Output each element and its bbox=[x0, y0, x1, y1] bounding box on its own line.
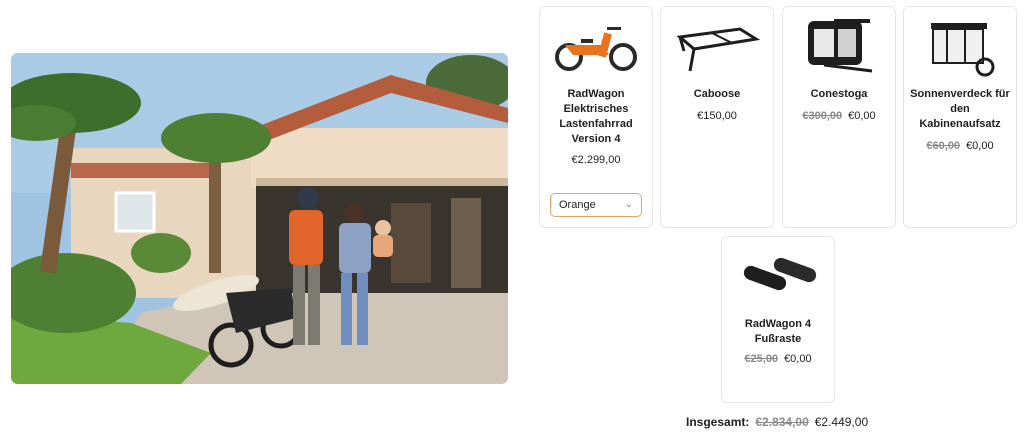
variant-value: Orange bbox=[559, 199, 596, 211]
color-variant-select[interactable]: Orange ⌄ bbox=[550, 193, 642, 217]
orange-cargo-ebike-image bbox=[540, 15, 652, 85]
product-price: €2.299,00 bbox=[540, 153, 652, 167]
product-price: €150,00 bbox=[661, 109, 773, 123]
price-original: €25,00 bbox=[744, 353, 779, 365]
product-price: €300,00 €0,00 bbox=[783, 109, 895, 123]
total-summary: Insgesamt: €2.834,00 €2.449,00 bbox=[686, 415, 868, 429]
product-card-sonnenverdeck[interactable]: Sonnenverdeck für den Kabinenaufsatz €60… bbox=[903, 6, 1017, 228]
chevron-down-icon: ⌄ bbox=[624, 199, 633, 210]
product-price: €60,00 €0,00 bbox=[904, 139, 1016, 153]
product-name[interactable]: Conestoga bbox=[789, 87, 889, 102]
cabin-enclosure-image bbox=[783, 15, 895, 85]
hero-image bbox=[11, 53, 508, 384]
total-label: Insgesamt: bbox=[686, 415, 750, 429]
price-current: €150,00 bbox=[697, 110, 737, 122]
product-name[interactable]: RadWagon 4 Fußraste bbox=[728, 317, 828, 347]
product-price: €25,00 €0,00 bbox=[722, 352, 834, 366]
product-name[interactable]: Sonnenverdeck für den Kabinenaufsatz bbox=[910, 87, 1010, 132]
price-current: €0,00 bbox=[966, 140, 994, 152]
price-current: €0,00 bbox=[848, 110, 876, 122]
product-card-caboose[interactable]: Caboose €150,00 bbox=[660, 6, 774, 228]
product-card-radwagon[interactable]: RadWagon Elektrisches Lastenfahrrad Vers… bbox=[539, 6, 653, 228]
price-current: €0,00 bbox=[784, 353, 812, 365]
product-card-conestoga[interactable]: Conestoga €300,00 €0,00 bbox=[782, 6, 896, 228]
product-card-fussraste[interactable]: RadWagon 4 Fußraste €25,00 €0,00 bbox=[721, 236, 835, 403]
price-current: €2.299,00 bbox=[571, 154, 621, 166]
total-original: €2.834,00 bbox=[755, 415, 809, 429]
total-current: €2.449,00 bbox=[814, 415, 869, 429]
foot-pegs-image bbox=[722, 251, 834, 321]
price-original: €60,00 bbox=[926, 140, 961, 152]
price-original: €300,00 bbox=[802, 110, 843, 122]
canopy-image bbox=[904, 15, 1016, 85]
product-name[interactable]: Caboose bbox=[667, 87, 767, 102]
product-name[interactable]: RadWagon Elektrisches Lastenfahrrad Vers… bbox=[546, 87, 646, 147]
rear-rack-image bbox=[661, 15, 773, 85]
